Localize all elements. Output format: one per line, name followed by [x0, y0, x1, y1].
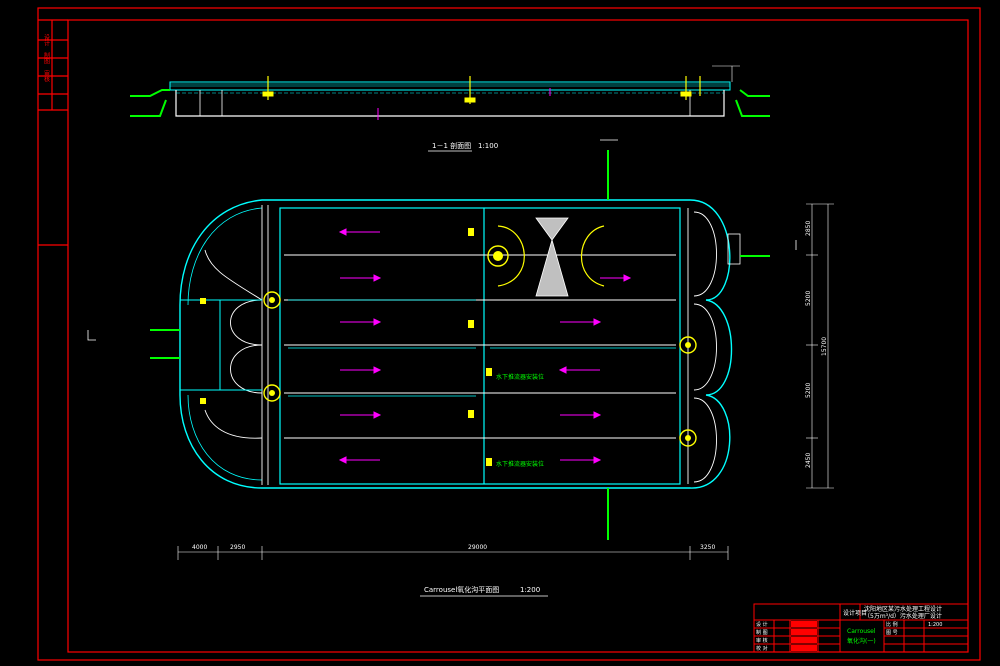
drawing-name-2: 氧化沟(一): [847, 637, 876, 645]
channel-block: [279, 207, 681, 485]
scale-value: 1:200: [928, 622, 942, 628]
dim-bottom: 4000: [192, 544, 207, 551]
section-view: 1－1 剖面图 1:100: [130, 65, 770, 152]
dim-right: 5200: [805, 383, 812, 398]
side-label: 设计: [43, 33, 50, 47]
aerator-note-1: 水下推流器安装位: [496, 373, 544, 381]
plan-title: Carrousel氧化沟平面图: [424, 585, 499, 594]
plan-view: 水下推流器安装位 水下推流器安装位: [87, 139, 797, 540]
dim-bottom: 2950: [230, 544, 245, 551]
cad-drawing: 设计 制图 审核 1－1 剖面图 1:100 水下推流器安装位 水下推流器安装位…: [37, 7, 981, 661]
section-dim-marks: [712, 65, 740, 82]
dim-bottom: 3250: [700, 544, 715, 551]
project-line1: 沈阳地区某污水处理工程设计: [864, 605, 942, 613]
channel-walls: [284, 254, 676, 439]
row-label: 设 计: [756, 621, 768, 628]
dims-bottom: [177, 546, 729, 560]
section-title: 1－1 剖面图: [432, 141, 471, 150]
drawing-no-label: 图 号: [886, 630, 898, 636]
aerator-rotors: [263, 291, 697, 447]
flow-arrows: [338, 228, 632, 464]
side-strip-labels: 设计 制图 审核: [43, 33, 50, 83]
tank-outline: [179, 199, 733, 489]
side-label: 审核: [43, 69, 50, 83]
row-label: 审 核: [756, 637, 768, 644]
section-railing: [170, 83, 730, 87]
dim-bottom: 29000: [468, 544, 487, 551]
section-scale: 1:100: [478, 142, 498, 150]
dim-right-total: 15700: [821, 337, 828, 356]
dim-right: 5200: [805, 291, 812, 306]
dim-right: 2850: [805, 221, 812, 236]
drawing-name: Carrousel: [847, 628, 876, 635]
plan-scale: 1:200: [520, 586, 540, 594]
side-label: 制图: [43, 51, 50, 65]
section-markers: [87, 139, 797, 341]
aerator-note-2: 水下推流器安装位: [496, 460, 544, 468]
dims-right: [806, 203, 834, 489]
project-line2: （5万m³/d）污水处理厂设计: [864, 612, 942, 620]
scale-label: 比 例: [886, 621, 898, 628]
dim-right: 2450: [805, 453, 812, 468]
row-label: 制 图: [756, 629, 768, 636]
right-end: [687, 208, 717, 484]
selector-weir: [535, 217, 569, 297]
section-tank: [175, 90, 725, 117]
row-label: 校 对: [756, 645, 768, 652]
left-end: [204, 205, 269, 485]
